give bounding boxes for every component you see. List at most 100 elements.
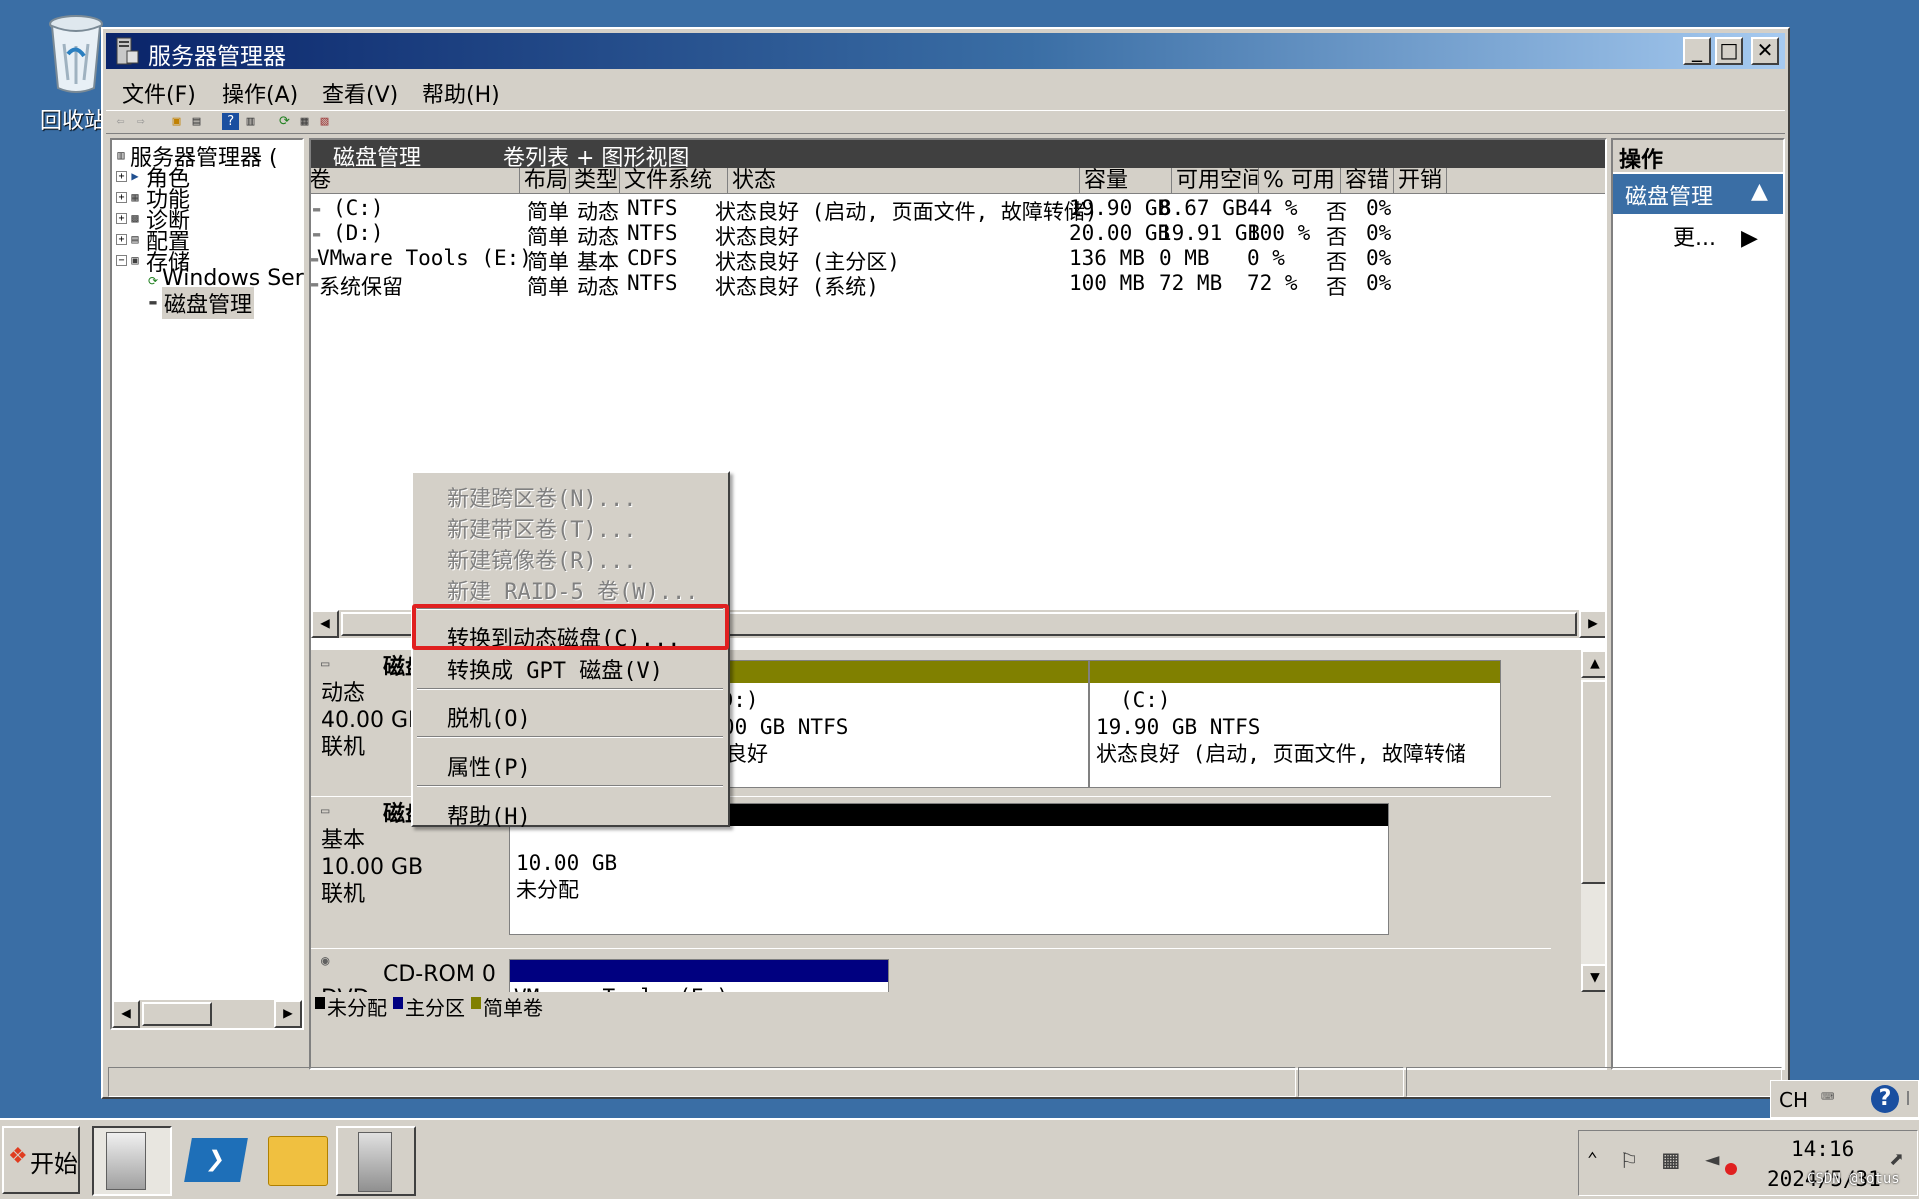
show-hide-tree-icon[interactable]: ▤ bbox=[188, 113, 205, 130]
legend: 未分配 主分区 简单卷 bbox=[311, 992, 1605, 1020]
legend-swatch-primary bbox=[393, 997, 403, 1009]
console-view-icon[interactable]: ▥ bbox=[242, 113, 259, 130]
language-indicator[interactable]: CH bbox=[1779, 1088, 1808, 1112]
taskbar-tools[interactable] bbox=[336, 1126, 416, 1196]
more-actions[interactable]: 更... ▶ bbox=[1673, 220, 1758, 252]
cell-layout: 简单 bbox=[527, 275, 569, 299]
collapse-icon[interactable]: − bbox=[116, 255, 127, 266]
col-free-space[interactable]: 可用空间 bbox=[1172, 168, 1259, 194]
title-bar[interactable]: 服务器管理器 _ □ ✕ bbox=[106, 33, 1785, 70]
menu-file[interactable]: 文件(F) bbox=[122, 77, 196, 109]
legend-unallocated: 未分配 bbox=[327, 996, 387, 1020]
show-desktop-icon[interactable]: ⬈ bbox=[1889, 1145, 1905, 1175]
scroll-thumb[interactable] bbox=[1581, 680, 1605, 884]
expand-icon[interactable]: + bbox=[116, 171, 127, 182]
cell-volume: 系统保留 bbox=[319, 275, 403, 299]
storage-icon: ▣ bbox=[131, 253, 139, 267]
cell-volume: (C:) bbox=[333, 196, 384, 220]
col-fault-tolerance[interactable]: 容错 bbox=[1341, 168, 1394, 194]
volume-d[interactable]: (D:) 20.00 GB NTFS 状态良好 bbox=[677, 660, 1089, 788]
menu-new-raid5-volume: 新建 RAID-5 卷(W)... bbox=[447, 580, 699, 605]
help-icon[interactable]: ? bbox=[222, 113, 239, 130]
menu-separator bbox=[417, 785, 723, 787]
taskbar-server-manager[interactable] bbox=[92, 1126, 172, 1196]
back-arrow-icon[interactable]: ⇦ bbox=[112, 113, 129, 130]
action-center-flag-icon[interactable]: ⚐ bbox=[1621, 1145, 1637, 1175]
refresh-icon[interactable]: ⟳ bbox=[276, 113, 293, 130]
more-actions-label: 更... bbox=[1673, 226, 1716, 251]
volume-c-size: 19.90 GB NTFS bbox=[1096, 715, 1261, 739]
col-volume[interactable]: 卷 bbox=[311, 168, 520, 194]
server-manager-icon bbox=[116, 37, 139, 65]
toolbar: ⇦ ⇨ ▣ ▤ ? ▥ ⟳ ▦ ▧ bbox=[106, 110, 1785, 134]
graph-vertical-scrollbar[interactable]: ▲ ▼ bbox=[1581, 650, 1605, 992]
scroll-right-icon[interactable]: ▶ bbox=[1579, 610, 1605, 638]
taskbar-explorer[interactable] bbox=[262, 1126, 342, 1196]
col-overhead[interactable]: 开销 bbox=[1394, 168, 1447, 194]
cell-free-space: 19.91 GB bbox=[1159, 221, 1261, 245]
volume-c[interactable]: (C:) 19.90 GB NTFS 状态良好 (启动, 页面文件, 故障转储 bbox=[1089, 660, 1501, 788]
cell-filesystem: CDFS bbox=[627, 246, 678, 270]
scroll-up-icon[interactable]: ▲ bbox=[1581, 650, 1605, 678]
menu-action[interactable]: 操作(A) bbox=[222, 77, 298, 109]
menu-help[interactable]: 帮助(H) bbox=[422, 77, 500, 109]
volume-row-c[interactable]: ▬ (C:) 简单 动态 NTFS 状态良好 (启动, 页面文件, 故障转储) … bbox=[311, 196, 1605, 224]
properties-icon[interactable]: ▦ bbox=[296, 113, 313, 130]
scroll-right-icon[interactable]: ▶ bbox=[274, 1000, 302, 1028]
up-folder-icon[interactable]: ▣ bbox=[168, 113, 185, 130]
taskbar-powershell[interactable]: ❯ bbox=[178, 1126, 258, 1196]
actions-pane: 操作 磁盘管理 ▲ 更... ▶ bbox=[1611, 138, 1785, 1070]
language-help-icon[interactable]: ? bbox=[1871, 1085, 1899, 1113]
volume-row-d[interactable]: ▬ (D:) 简单 动态 NTFS 状态良好 20.00 GB 19.91 GB… bbox=[311, 221, 1605, 249]
export-icon[interactable]: ▧ bbox=[316, 113, 333, 130]
show-hidden-icons-icon[interactable]: ⌃ bbox=[1587, 1149, 1598, 1170]
server-manager-window: 服务器管理器 _ □ ✕ 文件(F) 操作(A) 查看(V) 帮助(H) ⇦ ⇨… bbox=[101, 27, 1790, 1099]
status-cell bbox=[1298, 1067, 1404, 1097]
col-capacity[interactable]: 容量 bbox=[1080, 168, 1172, 194]
diagnostics-icon: ▩ bbox=[131, 211, 139, 225]
minimize-button[interactable]: _ bbox=[1683, 37, 1711, 65]
menu-help-item[interactable]: 帮助(H) bbox=[447, 799, 531, 831]
disk-icon: ▭ bbox=[321, 656, 330, 672]
expand-icon[interactable]: + bbox=[116, 192, 127, 203]
tree-horizontal-scrollbar[interactable]: ◀ ▶ bbox=[112, 1000, 302, 1028]
collapse-arrow-icon[interactable]: ▲ bbox=[1751, 179, 1768, 204]
disk-0-size: 40.00 GB bbox=[321, 708, 424, 733]
expand-icon[interactable]: + bbox=[116, 213, 127, 224]
tree-item-disk-management[interactable]: 磁盘管理 bbox=[162, 287, 255, 319]
clock-time[interactable]: 14:16 bbox=[1791, 1137, 1854, 1161]
start-button[interactable]: ❖ 开始 bbox=[2, 1126, 80, 1194]
unallocated-label: 未分配 bbox=[516, 878, 579, 902]
cell-capacity: 19.90 GB bbox=[1069, 196, 1171, 220]
volume-row-system-reserved[interactable]: ▬ 系统保留 简单 动态 NTFS 状态良好 (系统) 100 MB 72 MB… bbox=[311, 271, 1605, 299]
roles-icon: ▶ bbox=[131, 169, 139, 183]
cell-capacity: 136 MB bbox=[1069, 246, 1145, 270]
cell-overhead: 0% bbox=[1366, 246, 1392, 270]
expand-icon[interactable]: + bbox=[116, 234, 127, 245]
menu-view[interactable]: 查看(V) bbox=[322, 77, 398, 109]
scroll-thumb[interactable] bbox=[142, 1002, 212, 1026]
status-cell bbox=[108, 1067, 1296, 1097]
language-bar-grip[interactable] bbox=[1907, 1091, 1915, 1105]
col-type[interactable]: 类型 bbox=[570, 168, 620, 194]
col-filesystem[interactable]: 文件系统 bbox=[620, 168, 728, 194]
volume-muted-icon[interactable]: ◄ bbox=[1705, 1145, 1719, 1173]
menu-offline[interactable]: 脱机(O) bbox=[447, 701, 531, 733]
network-icon[interactable]: ▦ bbox=[1663, 1145, 1679, 1175]
col-layout[interactable]: 布局 bbox=[520, 168, 570, 194]
scroll-left-icon[interactable]: ◀ bbox=[311, 610, 339, 638]
pane-header: 磁盘管理 卷列表 + 图形视图 bbox=[311, 140, 1605, 171]
volume-icon: ▬ bbox=[313, 202, 321, 216]
col-status[interactable]: 状态 bbox=[728, 168, 1080, 194]
scroll-left-icon[interactable]: ◀ bbox=[112, 1000, 140, 1028]
volume-row-e[interactable]: ▬ VMware Tools (E:) 简单 基本 CDFS 状态良好 (主分区… bbox=[311, 246, 1605, 274]
menu-properties[interactable]: 属性(P) bbox=[447, 750, 531, 782]
menu-convert-gpt[interactable]: 转换成 GPT 磁盘(V) bbox=[447, 653, 663, 685]
actions-section-disk-management[interactable]: 磁盘管理 ▲ bbox=[1613, 174, 1783, 214]
close-button[interactable]: ✕ bbox=[1751, 37, 1779, 65]
col-percent-free[interactable]: % 可用 bbox=[1259, 168, 1341, 194]
keyboard-icon[interactable]: ⌨ bbox=[1821, 1085, 1834, 1110]
scroll-down-icon[interactable]: ▼ bbox=[1581, 964, 1605, 992]
forward-arrow-icon[interactable]: ⇨ bbox=[132, 113, 149, 130]
maximize-button[interactable]: □ bbox=[1715, 37, 1743, 65]
